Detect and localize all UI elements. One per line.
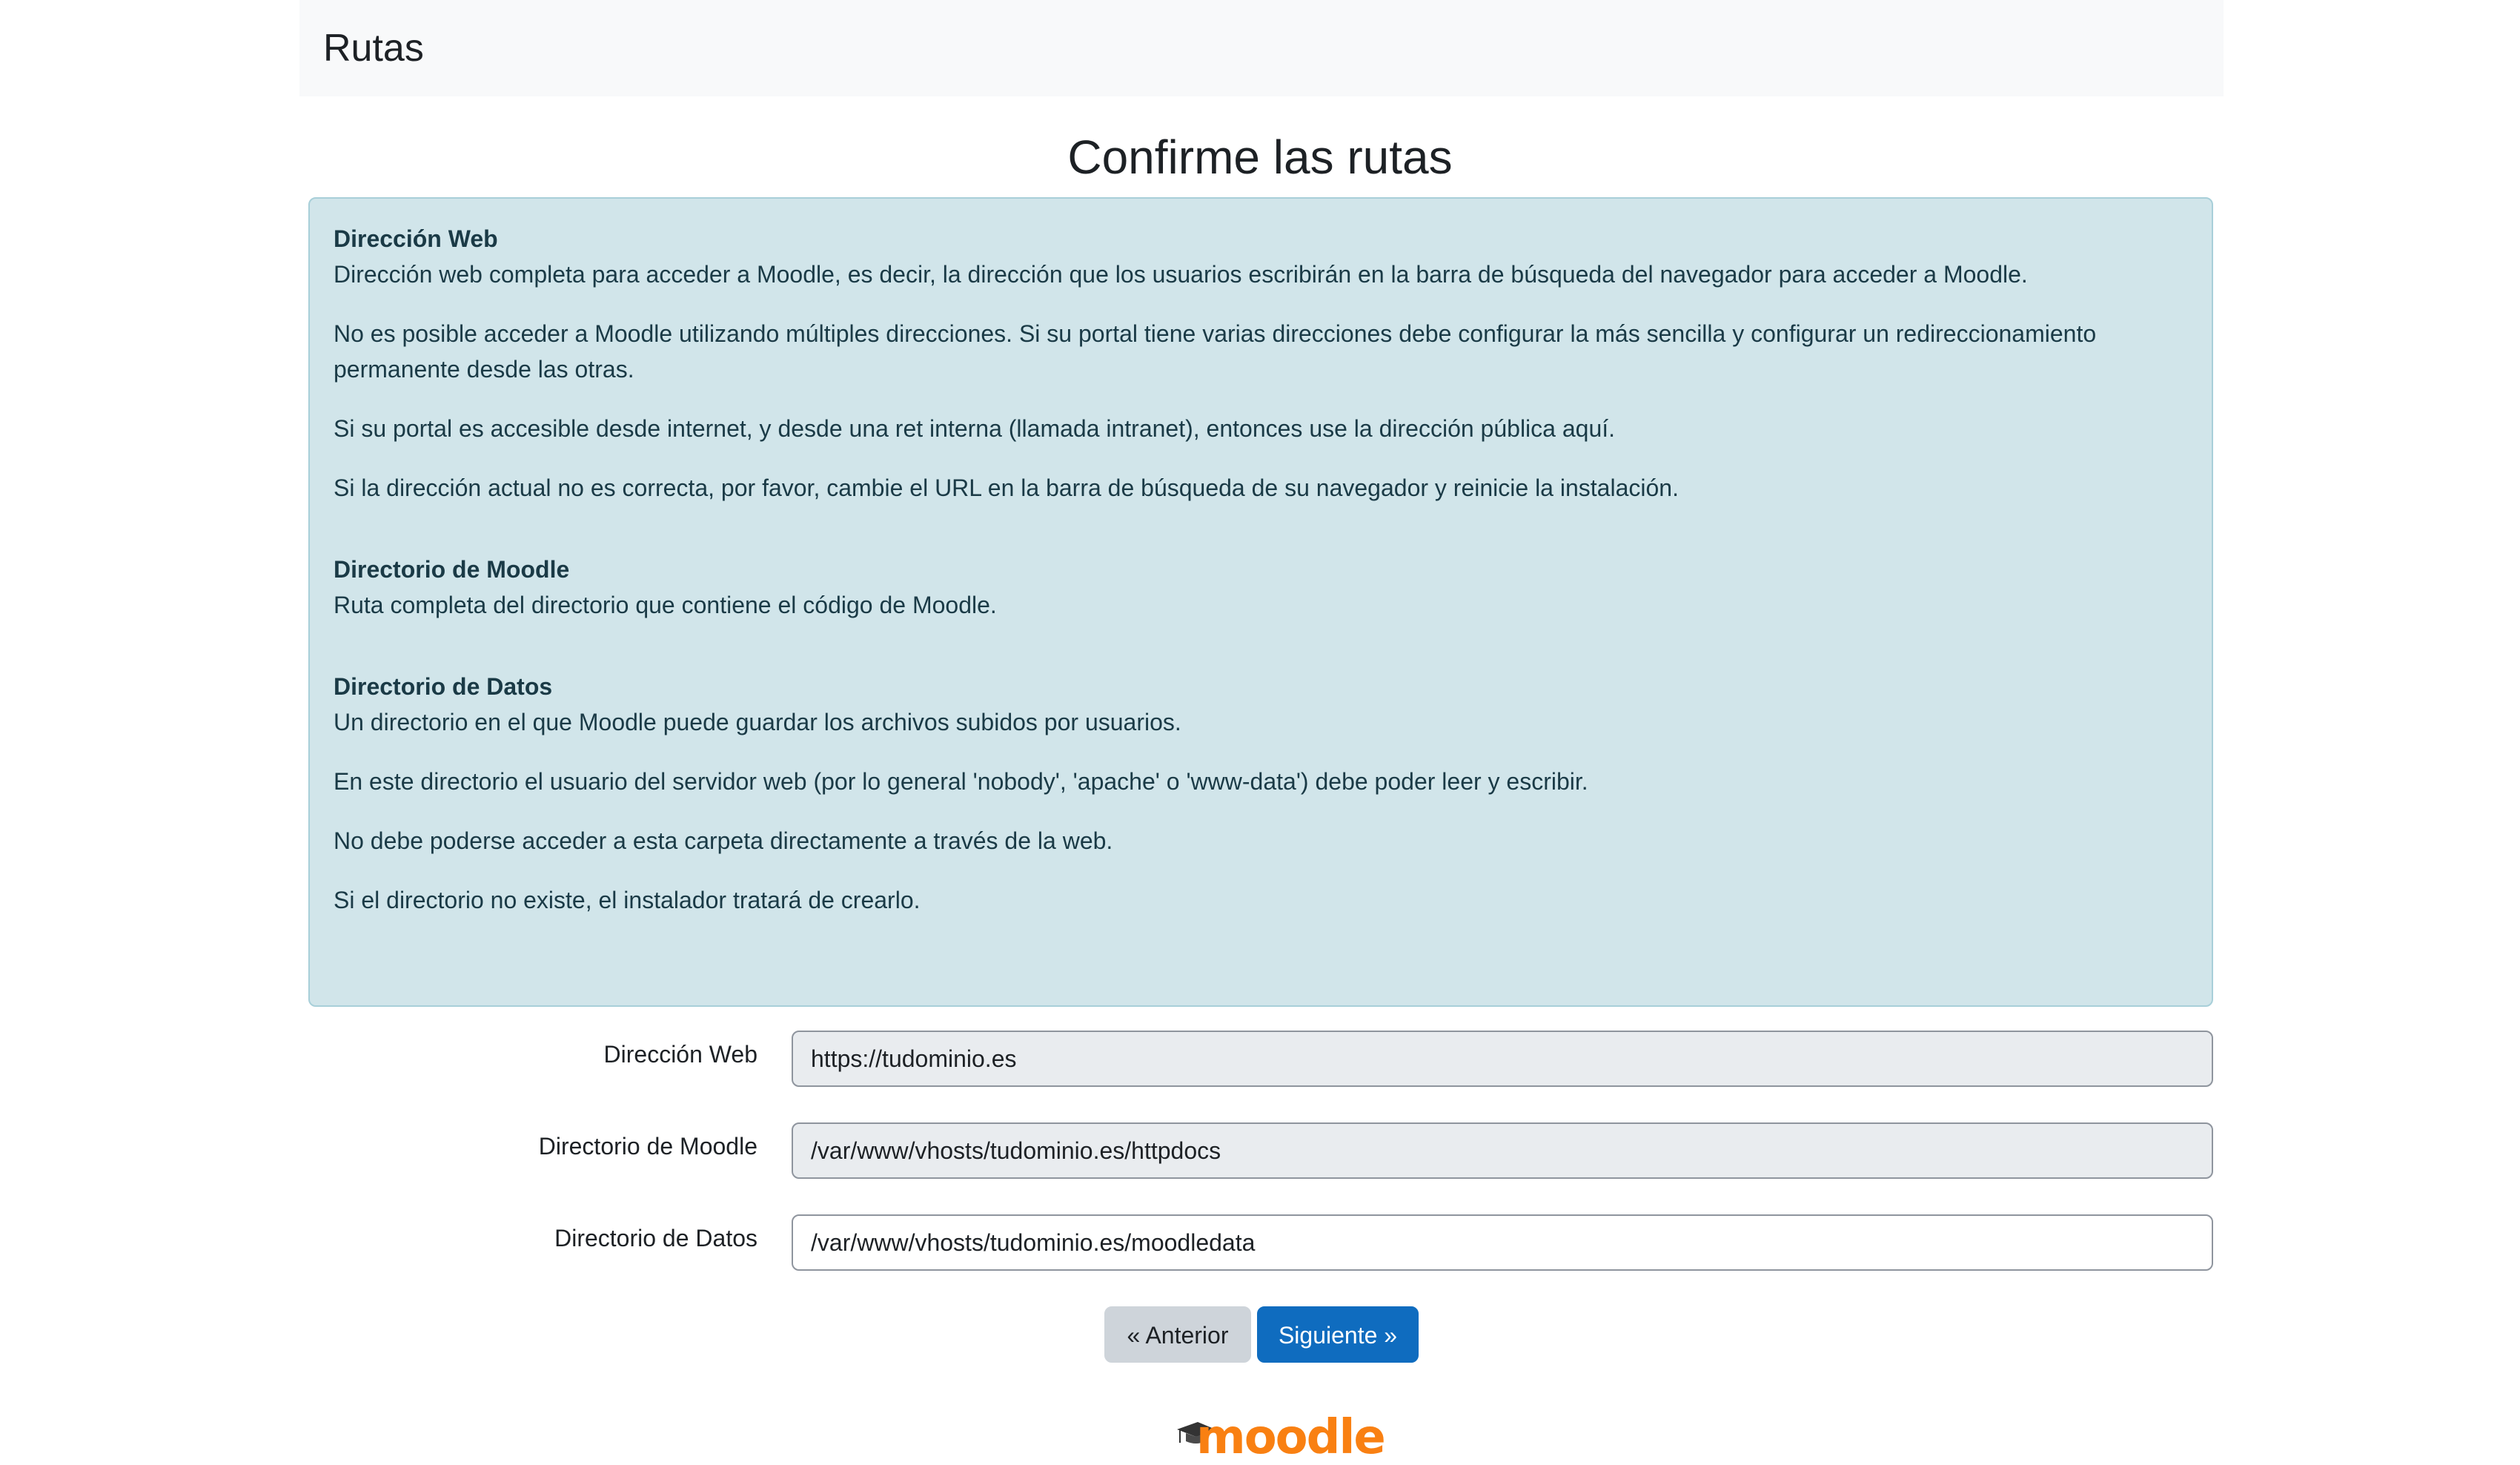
info-paragraph: Si su portal es accesible desde internet…	[334, 415, 1616, 442]
info-paragraph: En este directorio el usuario del servid…	[334, 768, 1588, 795]
page: Rutas Confirme las rutas Dirección Web D…	[0, 0, 2520, 1461]
info-paragraph: Si la dirección actual no es correcta, p…	[334, 474, 1679, 501]
info-paragraph: Un directorio en el que Moodle puede gua…	[334, 709, 1181, 735]
info-section-web: Dirección Web Dirección web completa par…	[334, 221, 2188, 506]
info-section-title: Dirección Web	[334, 225, 498, 252]
info-paragraph: Dirección web completa para acceder a Mo…	[334, 261, 2028, 288]
info-section-moodle-dir: Directorio de Moodle Ruta completa del d…	[334, 552, 2188, 623]
web-address-input[interactable]	[792, 1031, 2213, 1087]
moodle-directory-input[interactable]	[792, 1122, 2213, 1179]
data-directory-input[interactable]	[792, 1214, 2213, 1271]
moodle-directory-label: Directorio de Moodle	[538, 1133, 757, 1160]
data-directory-label: Directorio de Datos	[554, 1225, 757, 1251]
main-heading: Confirme las rutas	[1067, 130, 1453, 184]
info-section-title: Directorio de Moodle	[334, 556, 570, 583]
form-row-web: Dirección Web	[0, 1031, 2520, 1088]
info-section-data-dir: Directorio de Datos Un directorio en el …	[334, 669, 2188, 918]
logo-wordmark: moodle	[1196, 1410, 1386, 1465]
info-paragraph: No es posible acceder a Moodle utilizand…	[334, 320, 2097, 383]
info-paragraph: Ruta completa del directorio que contien…	[334, 592, 997, 618]
next-button[interactable]: Siguiente »	[1257, 1306, 1419, 1363]
moodle-logo: moodle	[1176, 1413, 1386, 1461]
button-bar: « Anterior Siguiente »	[0, 1306, 2520, 1364]
form-row-data-dir: Directorio de Datos	[0, 1214, 2520, 1272]
info-paragraph: Si el directorio no existe, el instalado…	[334, 887, 921, 913]
previous-button[interactable]: « Anterior	[1104, 1306, 1251, 1363]
form-row-moodle-dir: Directorio de Moodle	[0, 1122, 2520, 1180]
info-section-title: Directorio de Datos	[334, 673, 553, 700]
info-paragraph: No debe poderse acceder a esta carpeta d…	[334, 827, 1113, 854]
web-address-label: Dirección Web	[603, 1041, 757, 1068]
info-box: Dirección Web Dirección web completa par…	[308, 197, 2213, 1007]
header-bar: Rutas	[299, 0, 2224, 96]
page-title: Rutas	[323, 27, 424, 70]
